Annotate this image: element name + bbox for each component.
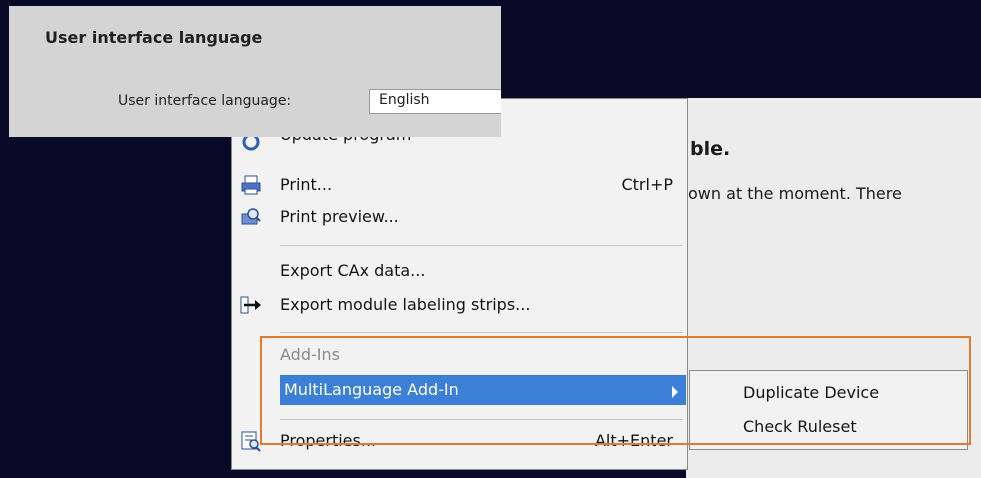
menu-item-label: Print preview... <box>280 207 399 226</box>
submenu-item-check-ruleset[interactable]: Check Ruleset <box>743 417 857 436</box>
menu-item-shortcut: Ctrl+P <box>621 175 673 194</box>
menu-item-print[interactable]: Print... Ctrl+P <box>232 168 687 202</box>
settings-section-title: User interface language <box>45 28 263 47</box>
export-arrow-icon <box>240 294 262 316</box>
submenu-item-duplicate-device[interactable]: Duplicate Device <box>743 383 879 402</box>
settings-panel <box>9 6 501 137</box>
menu-item-label: Print... <box>280 175 333 194</box>
menu-item-label: Export module labeling strips... <box>280 295 531 314</box>
menu-item-label: MultiLanguage Add-In <box>284 380 459 399</box>
language-select[interactable]: English <box>369 89 501 114</box>
menu-item-add-ins: Add-Ins <box>232 338 687 372</box>
background-text: own at the moment. There <box>688 184 902 203</box>
background-heading: ble. <box>690 138 731 160</box>
print-icon <box>240 174 262 196</box>
menu-item-properties[interactable]: Properties... Alt+Enter <box>232 424 687 458</box>
menu-item-label: Properties... <box>280 431 377 450</box>
menu-item-multilanguage-addin[interactable]: MultiLanguage Add-In <box>280 375 686 405</box>
submenu-arrow-icon <box>672 386 678 398</box>
menu-separator <box>280 332 683 333</box>
menu-item-print-preview[interactable]: Print preview... <box>232 200 687 234</box>
menu-item-export-labeling-strips[interactable]: Export module labeling strips... <box>232 288 687 322</box>
menu-item-shortcut: Alt+Enter <box>594 431 673 450</box>
menu-separator <box>280 245 683 246</box>
context-menu: Update program Print... Ctrl+P Print pre… <box>231 98 688 470</box>
menu-item-label: Add-Ins <box>280 345 340 364</box>
print-preview-icon <box>240 206 262 228</box>
menu-item-export-cax[interactable]: Export CAx data... <box>232 254 687 288</box>
menu-item-label: Export CAx data... <box>280 261 426 280</box>
menu-separator <box>280 419 683 420</box>
multilanguage-submenu: Duplicate Device Check Ruleset <box>689 370 968 450</box>
properties-icon <box>240 430 262 452</box>
language-label: User interface language: <box>118 93 292 109</box>
